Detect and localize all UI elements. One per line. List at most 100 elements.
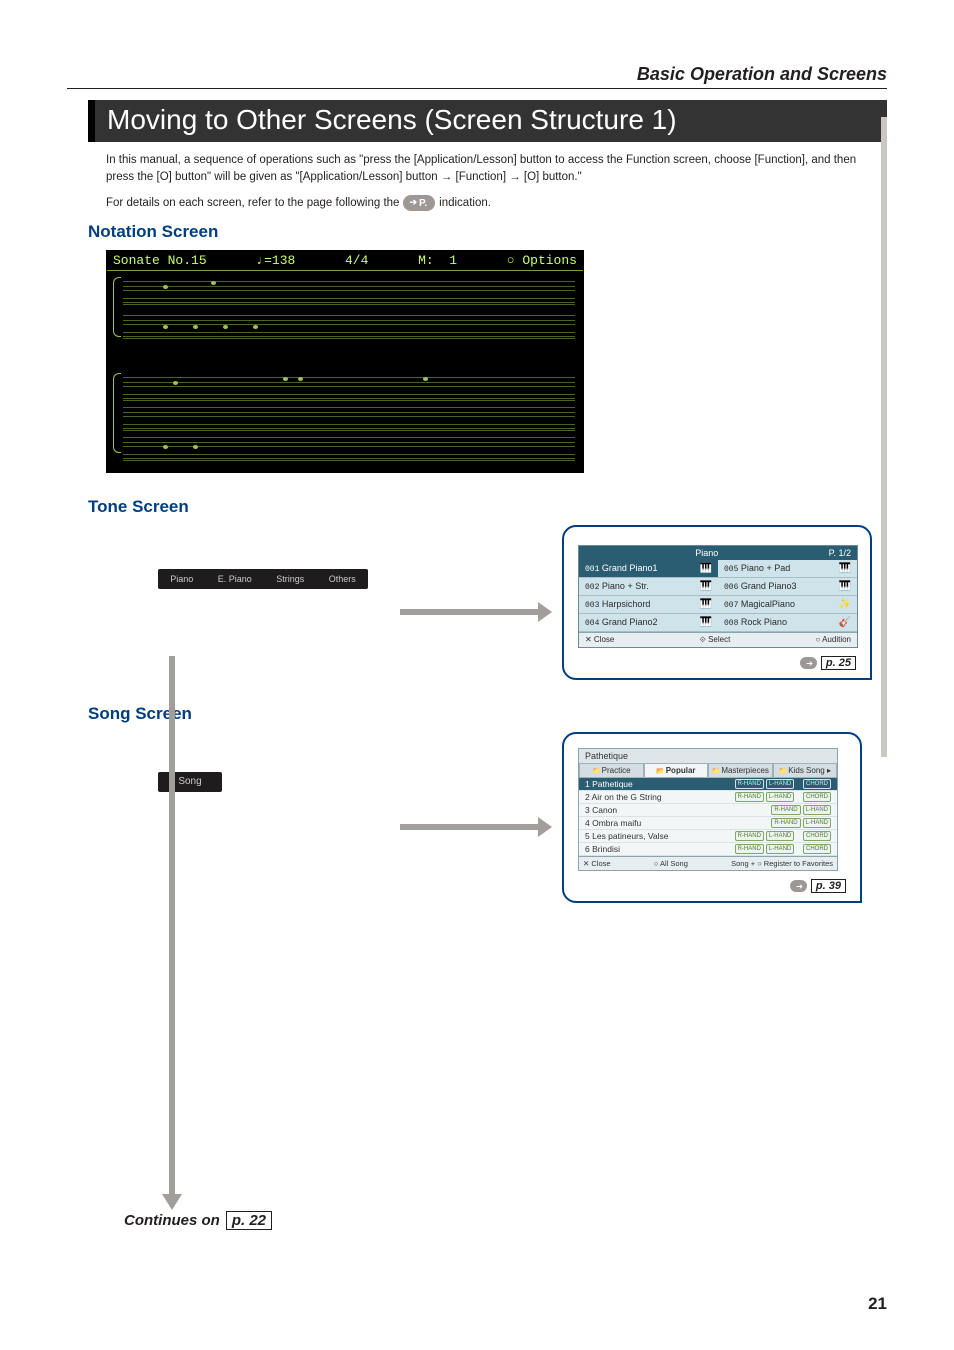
tone-name: MagicalPiano xyxy=(741,599,795,609)
tone-num: 001 xyxy=(585,565,599,574)
intro-text-a: For details on each screen, refer to the… xyxy=(106,195,399,212)
continues-page-box: p. 22 xyxy=(226,1211,272,1230)
tone-num: 007 xyxy=(724,601,738,610)
tone-name: Harpsichord xyxy=(602,599,651,609)
badge: L-HAND xyxy=(766,844,794,854)
song-tab: 📁Practice xyxy=(579,763,644,778)
intro-text-b: indication. xyxy=(439,195,491,212)
intro-paragraph-1: In this manual, a sequence of operations… xyxy=(106,152,869,187)
tone-name: Grand Piano2 xyxy=(602,617,658,627)
tone-item: 001 Grand Piano1 🎹 xyxy=(579,560,718,578)
tone-head-center: Piano xyxy=(695,548,718,558)
tone-item: 004 Grand Piano2 🎹 xyxy=(579,614,718,632)
chevron-right-icon: ▸ xyxy=(827,766,831,775)
folder-icon: 📁 xyxy=(592,768,601,775)
notation-screenshot: Sonate No.15 ♩=138 4/4 M: 1 ○ Options xyxy=(106,250,584,473)
song-tab-label: Popular xyxy=(666,766,696,775)
tone-item: 005 Piano + Pad🎹 xyxy=(718,560,857,578)
song-row: 6 Brindisi R-HANDL-HAND CHORD xyxy=(579,843,837,856)
tone-tab-strip: Piano E. Piano Strings Others xyxy=(158,569,368,589)
song-row: 3 Canon R-HANDL-HAND xyxy=(579,804,837,817)
staff-line xyxy=(123,407,575,431)
note-icon xyxy=(163,325,168,329)
tone-page-ref: p. 25 xyxy=(578,656,856,670)
song-foot-register: Song + ○ Register to Favorites xyxy=(731,859,833,868)
note-icon xyxy=(173,381,178,385)
note-icon xyxy=(298,377,303,381)
song-row-title: Brindisi xyxy=(592,844,620,854)
badge: R-HAND xyxy=(735,844,764,854)
tone-name: Piano + Str. xyxy=(602,581,649,591)
tone-foot-close: ✕ Close xyxy=(585,635,614,645)
song-page-ref: p. 39 xyxy=(578,879,846,893)
tone-item: 002 Piano + Str.🎹 xyxy=(579,578,718,596)
harpsichord-icon: 🎹 xyxy=(700,599,712,610)
badge: L-HAND xyxy=(766,779,794,789)
note-icon xyxy=(193,325,198,329)
note-icon xyxy=(283,377,288,381)
tone-foot-audition: ○ Audition xyxy=(815,635,851,645)
running-header: Basic Operation and Screens xyxy=(637,64,887,85)
song-row-title: Les patineurs, Valse xyxy=(592,831,668,841)
continues-note: Continues on p. 22 xyxy=(124,1211,272,1230)
tone-num: 004 xyxy=(585,619,599,628)
badge: L-HAND xyxy=(803,805,831,815)
notation-song-title: Sonate No.15 xyxy=(113,253,207,268)
piano-icon: 🎹 xyxy=(839,563,851,574)
badge: R-HAND xyxy=(735,792,764,802)
tone-item: 008 Rock Piano🎸 xyxy=(718,614,857,632)
tone-name: Grand Piano3 xyxy=(741,581,797,591)
tone-foot-select: ⟐ Select xyxy=(700,635,731,645)
piano-icon: 🎹 xyxy=(700,563,712,574)
tone-name: Grand Piano1 xyxy=(602,563,658,573)
badge: CHORD xyxy=(803,844,831,854)
page-ref-box: p. 39 xyxy=(811,879,846,893)
tone-screenshot-frame: Piano P. 1/2 001 Grand Piano1 🎹 005 Piano… xyxy=(562,525,872,680)
brace-icon xyxy=(113,373,121,453)
page-ref-box: p. 25 xyxy=(821,656,856,670)
song-row-num: 6 xyxy=(585,844,590,854)
note-icon xyxy=(253,325,258,329)
song-row-title: Air on the G String xyxy=(592,792,662,802)
song-row-title: Canon xyxy=(592,805,617,815)
badge: R-HAND xyxy=(735,831,764,841)
heading-notation: Notation Screen xyxy=(88,222,887,242)
piano-icon: 🎹 xyxy=(700,617,712,628)
song-tab: 📂Popular xyxy=(644,763,709,778)
note-icon xyxy=(423,377,428,381)
song-row: 5 Les patineurs, ValseR-HANDL-HAND CHORD xyxy=(579,830,837,843)
song-list: 1 PathetiqueR-HANDL-HAND CHORD 2 Air on … xyxy=(579,778,837,856)
continues-text: Continues on xyxy=(124,1212,220,1229)
piano-icon: 🎹 xyxy=(839,581,851,592)
song-row-num: 1 xyxy=(585,779,590,789)
brace-icon xyxy=(113,277,121,337)
song-tab-label: Kids Song xyxy=(788,766,824,775)
heading-tone: Tone Screen xyxy=(88,497,887,517)
tone-num: 008 xyxy=(724,619,738,628)
note-icon xyxy=(223,325,228,329)
heading-song: Song Screen xyxy=(88,704,887,724)
tone-name: Rock Piano xyxy=(741,617,787,627)
tone-tab: E. Piano xyxy=(216,574,254,584)
arrow-down-icon xyxy=(169,656,175,1196)
song-row-num: 4 xyxy=(585,818,590,828)
tone-num: 003 xyxy=(585,601,599,610)
magical-icon: ✨ xyxy=(839,599,851,610)
tone-item: 007 MagicalPiano ✨ xyxy=(718,596,857,614)
tone-head-page: P. 1/2 xyxy=(829,548,851,558)
arrow-pill-icon xyxy=(800,657,817,669)
page-number: 21 xyxy=(868,1294,887,1314)
section-title: Moving to Other Screens (Screen Structur… xyxy=(88,100,887,142)
song-screenshot: Pathetique 📁Practice 📂Popular 📁Masterpie… xyxy=(578,748,838,871)
tone-tab: Piano xyxy=(168,574,195,584)
notation-timesig: 4/4 xyxy=(345,253,368,268)
badge: L-HAND xyxy=(803,818,831,828)
flow-arrow-column xyxy=(168,656,176,1196)
tone-item: 003 Harpsichord 🎹 xyxy=(579,596,718,614)
tone-num: 002 xyxy=(585,583,599,592)
staff-line xyxy=(123,437,575,461)
song-row-num: 3 xyxy=(585,805,590,815)
song-title-bar: Pathetique xyxy=(579,749,837,763)
song-row: 2 Air on the G StringR-HANDL-HAND CHORD xyxy=(579,791,837,804)
badge: R-HAND xyxy=(771,805,800,815)
